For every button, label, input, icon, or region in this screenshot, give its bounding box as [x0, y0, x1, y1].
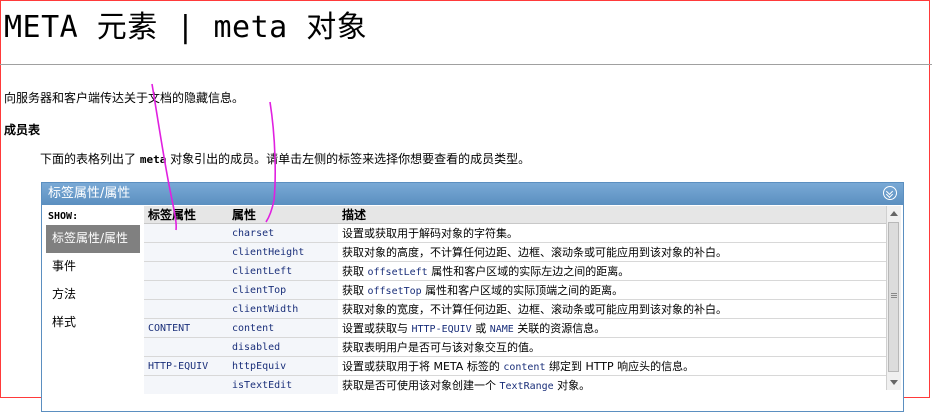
attribute-cell[interactable]	[144, 242, 228, 262]
sidebar-item[interactable]: 方法	[46, 281, 140, 309]
table-header-row: 标签属性 属性 描述	[144, 206, 886, 224]
description-text: 属性和客户区域的实际顶端之间的距离。	[421, 284, 624, 297]
show-label: SHOW:	[48, 211, 79, 222]
description-text: 设置或获取用于将 META 标签的	[342, 360, 504, 373]
description-keyword[interactable]: content	[503, 362, 545, 373]
member-type-sidebar: SHOW: 标签属性/属性 事件 方法 样式	[46, 209, 140, 337]
description-cell: 获取是否可使用该对象创建一个 TextRange 对象。	[338, 375, 886, 394]
description-cell: 获取对象的高度，不计算任何边距、边框、滚动条或可能应用到该对象的补白。	[338, 242, 886, 262]
table-row: HTTP-EQUIV httpEquiv 设置或获取用于将 META 标签的 con…	[144, 356, 886, 376]
table-row: clientTop 获取 offsetTop 属性和客户区域的实际顶端之间的距离。	[144, 280, 886, 300]
column-header-description[interactable]: 描述	[338, 206, 886, 224]
scroll-up-icon[interactable]	[887, 206, 901, 220]
table-row: isTextEdit 获取是否可使用该对象创建一个 TextRange 对象。	[144, 375, 886, 394]
description-cell: 获取对象的宽度，不计算任何边距、边框、滚动条或可能应用到该对象的补白。	[338, 299, 886, 319]
column-header-property[interactable]: 属性	[228, 206, 338, 224]
property-link[interactable]: clientWidth	[228, 299, 338, 319]
property-link[interactable]: disabled	[228, 337, 338, 357]
page-description: 向服务器和客户端传达关于文档的隐藏信息。	[4, 91, 245, 105]
description-text: 属性和客户区域的实际左边之间的距离。	[427, 265, 630, 278]
property-link[interactable]: clientTop	[228, 280, 338, 300]
table-row: disabled 获取表明用户是否可与该对象交互的值。	[144, 337, 886, 357]
table-row: clientHeight 获取对象的高度，不计算任何边距、边框、滚动条或可能应用到…	[144, 242, 886, 262]
page-title: META 元素 | meta 对象	[4, 10, 368, 45]
panel-header: 标签属性/属性	[42, 183, 903, 205]
property-link[interactable]: isTextEdit	[228, 375, 338, 394]
description-cell: 获取 offsetTop 属性和客户区域的实际顶端之间的距离。	[338, 280, 886, 300]
description-text: 对象。	[553, 379, 591, 392]
panel-header-title: 标签属性/属性	[48, 186, 131, 201]
property-link[interactable]: clientHeight	[228, 242, 338, 262]
column-header-attribute[interactable]: 标签属性	[144, 206, 228, 224]
description-text: 设置或获取与	[342, 322, 412, 335]
description-cell: 设置或获取用于解码对象的字符集。	[338, 223, 886, 243]
table-row: CONTENT content 设置或获取与 HTTP-EQUIV 或 NAME 关…	[144, 318, 886, 338]
description-text: 或	[471, 322, 490, 335]
description-text: 获取	[342, 265, 368, 278]
description-text: 获取	[342, 284, 368, 297]
description-keyword[interactable]: offsetLeft	[368, 267, 428, 278]
description-cell: 获取表明用户是否可与该对象交互的值。	[338, 337, 886, 357]
attribute-cell[interactable]: HTTP-EQUIV	[144, 356, 228, 376]
description-keyword[interactable]: offsetTop	[368, 286, 422, 297]
attribute-cell[interactable]: CONTENT	[144, 318, 228, 338]
sidebar-item[interactable]: 事件	[46, 253, 140, 281]
attribute-cell[interactable]	[144, 337, 228, 357]
vertical-scrollbar[interactable]	[886, 206, 901, 390]
description-text: 绑定到 HTTP 响应头的信息。	[545, 360, 695, 373]
members-table-wrap: 标签属性 属性 描述 charset 设置或获取用于解码对象的字符集。 client…	[144, 206, 886, 394]
attribute-cell[interactable]	[144, 223, 228, 243]
attribute-cell[interactable]	[144, 261, 228, 281]
description-cell: 获取 offsetLeft 属性和客户区域的实际左边之间的距离。	[338, 261, 886, 281]
property-link[interactable]: content	[228, 318, 338, 338]
description-text: 获取是否可使用该对象创建一个	[342, 379, 500, 392]
members-heading: 成员表	[4, 123, 41, 137]
description-cell: 设置或获取与 HTTP-EQUIV 或 NAME 关联的资源信息。	[338, 318, 886, 338]
intro-code: meta	[139, 153, 167, 166]
description-keyword[interactable]: NAME	[490, 324, 514, 335]
attribute-cell[interactable]	[144, 280, 228, 300]
property-link[interactable]: clientLeft	[228, 261, 338, 281]
scroll-down-icon[interactable]	[887, 376, 901, 390]
table-row: charset 设置或获取用于解码对象的字符集。	[144, 223, 886, 243]
members-table: 标签属性 属性 描述 charset 设置或获取用于解码对象的字符集。 client…	[144, 206, 886, 394]
sidebar-item[interactable]: 样式	[46, 309, 140, 337]
intro-text-after: 对象引出的成员。请单击左侧的标签来选择你想要查看的成员类型。	[166, 152, 531, 166]
title-divider	[0, 64, 932, 65]
description-keyword[interactable]: TextRange	[500, 381, 554, 392]
property-link[interactable]: httpEquiv	[228, 356, 338, 376]
scroll-grip-icon	[891, 293, 897, 294]
attribute-cell[interactable]	[144, 299, 228, 319]
intro-text-before: 下面的表格列出了	[40, 152, 140, 166]
members-panel: 标签属性/属性 SHOW: 标签属性/属性 事件 方法 样式 标签属性 属性 描述 c…	[41, 182, 904, 412]
table-row: clientWidth 获取对象的宽度，不计算任何边距、边框、滚动条或可能应用到该…	[144, 299, 886, 319]
scroll-thumb[interactable]	[888, 222, 899, 372]
table-row: clientLeft 获取 offsetLeft 属性和客户区域的实际左边之间的距…	[144, 261, 886, 281]
description-cell: 设置或获取用于将 META 标签的 content 绑定到 HTTP 响应头的信…	[338, 356, 886, 376]
collapse-icon[interactable]	[883, 186, 897, 200]
attribute-cell[interactable]	[144, 375, 228, 394]
description-keyword[interactable]: HTTP-EQUIV	[412, 324, 472, 335]
description-text: 关联的资源信息。	[513, 322, 606, 335]
property-link[interactable]: charset	[228, 223, 338, 243]
members-intro: 下面的表格列出了 meta 对象引出的成员。请单击左侧的标签来选择你想要查看的成…	[40, 150, 530, 167]
sidebar-item[interactable]: 标签属性/属性	[46, 225, 140, 253]
